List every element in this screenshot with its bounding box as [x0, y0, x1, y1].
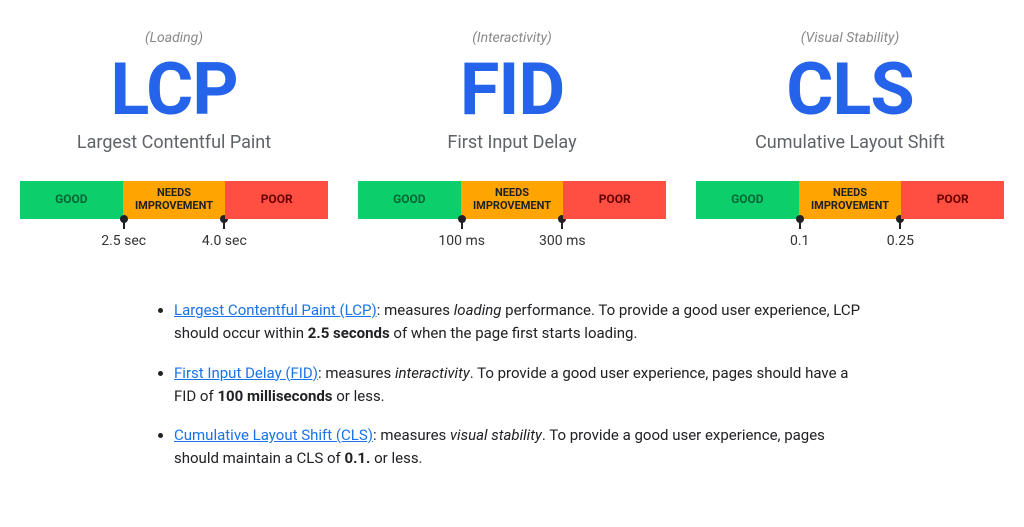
- desc-bold: 0.1.: [344, 449, 370, 467]
- seg-needs-line2: IMPROVEMENT: [811, 200, 889, 213]
- metric-acronym: CLS: [696, 54, 1004, 126]
- desc-italic: interactivity: [395, 364, 470, 382]
- desc-text: of when the page first starts loading.: [390, 324, 638, 342]
- desc-item-lcp: Largest Contentful Paint (LCP): measures…: [174, 299, 872, 346]
- metric-fullname: First Input Delay: [358, 132, 666, 153]
- seg-good: GOOD: [358, 181, 461, 219]
- seg-poor: POOR: [901, 181, 1004, 219]
- desc-italic: visual stability: [450, 426, 542, 444]
- desc-text: or less.: [333, 387, 385, 405]
- seg-poor: POOR: [225, 181, 328, 219]
- metric-acronym: FID: [358, 54, 666, 126]
- seg-needs: NEEDS IMPROVEMENT 100 ms 300 ms: [461, 181, 564, 219]
- desc-italic: loading: [454, 301, 502, 319]
- metric-category: (Loading): [20, 30, 328, 46]
- desc-text: or less.: [370, 449, 422, 467]
- desc-text: : measures: [318, 364, 395, 382]
- tick-low: 2.5 sec: [123, 219, 125, 229]
- tick-high: 0.25: [899, 219, 901, 229]
- seg-needs-line2: IMPROVEMENT: [473, 200, 551, 213]
- desc-text: : measures: [377, 301, 454, 319]
- metric-acronym: LCP: [20, 54, 328, 126]
- tick-low: 0.1: [799, 219, 801, 229]
- description-list: Largest Contentful Paint (LCP): measures…: [152, 299, 872, 471]
- seg-poor: POOR: [563, 181, 666, 219]
- threshold-bar: GOOD NEEDS IMPROVEMENT 0.1 0.25 POOR: [696, 181, 1004, 219]
- desc-text: : measures: [373, 426, 450, 444]
- metric-fid: (Interactivity) FID First Input Delay GO…: [358, 30, 666, 259]
- threshold-high: 0.25: [887, 233, 914, 249]
- metrics-row: (Loading) LCP Largest Contentful Paint G…: [20, 30, 1004, 259]
- threshold-low: 2.5 sec: [101, 233, 146, 249]
- desc-link-lcp[interactable]: Largest Contentful Paint (LCP): [174, 301, 377, 319]
- tick-high: 300 ms: [561, 219, 563, 229]
- seg-good: GOOD: [20, 181, 123, 219]
- tick-low: 100 ms: [461, 219, 463, 229]
- seg-needs-line2: IMPROVEMENT: [135, 200, 213, 213]
- metric-category: (Interactivity): [358, 30, 666, 46]
- metric-fullname: Largest Contentful Paint: [20, 132, 328, 153]
- desc-link-fid[interactable]: First Input Delay (FID): [174, 364, 318, 382]
- desc-bold: 100 milliseconds: [217, 387, 332, 405]
- seg-needs: NEEDS IMPROVEMENT 0.1 0.25: [799, 181, 902, 219]
- seg-needs: NEEDS IMPROVEMENT 2.5 sec 4.0 sec: [123, 181, 226, 219]
- desc-link-cls[interactable]: Cumulative Layout Shift (CLS): [174, 426, 373, 444]
- tick-high: 4.0 sec: [223, 219, 225, 229]
- desc-item-fid: First Input Delay (FID): measures intera…: [174, 362, 872, 409]
- threshold-high: 4.0 sec: [202, 233, 247, 249]
- threshold-low: 100 ms: [438, 233, 485, 249]
- metric-cls: (Visual Stability) CLS Cumulative Layout…: [696, 30, 1004, 259]
- threshold-bar: GOOD NEEDS IMPROVEMENT 100 ms 300 ms POO…: [358, 181, 666, 219]
- threshold-high: 300 ms: [539, 233, 586, 249]
- desc-item-cls: Cumulative Layout Shift (CLS): measures …: [174, 424, 872, 471]
- desc-bold: 2.5 seconds: [308, 324, 390, 342]
- threshold-bar: GOOD NEEDS IMPROVEMENT 2.5 sec 4.0 sec P…: [20, 181, 328, 219]
- metric-category: (Visual Stability): [696, 30, 1004, 46]
- metric-fullname: Cumulative Layout Shift: [696, 132, 1004, 153]
- metric-lcp: (Loading) LCP Largest Contentful Paint G…: [20, 30, 328, 259]
- seg-good: GOOD: [696, 181, 799, 219]
- threshold-low: 0.1: [790, 233, 809, 249]
